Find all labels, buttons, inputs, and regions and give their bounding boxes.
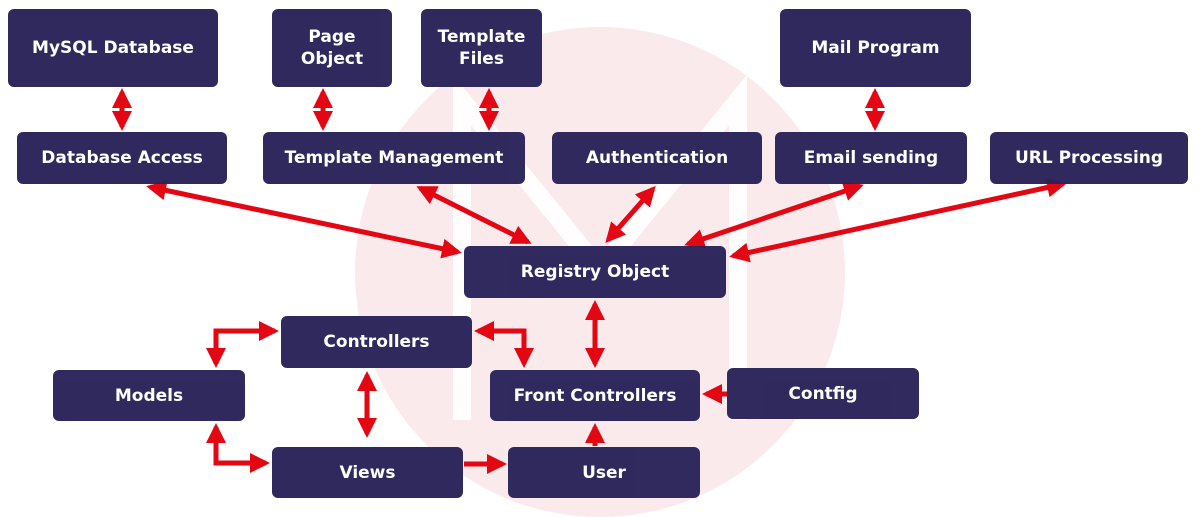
node-template-management: Template Management [263, 132, 525, 184]
node-models: Models [53, 370, 245, 421]
node-email-sending: Email sending [775, 132, 967, 184]
node-mail-program: Mail Program [780, 9, 971, 87]
node-registry-object: Registry Object [464, 246, 726, 298]
arrow-dbaccess-registry [146, 180, 462, 259]
arrow-templatemgmt-registry [416, 185, 532, 245]
node-front-controllers: Front Controllers [490, 370, 700, 421]
arrow-url-registry [729, 177, 1067, 263]
node-views: Views [272, 447, 463, 498]
node-mysql-database: MySQL Database [8, 9, 218, 87]
node-template-files: Template Files [421, 9, 542, 87]
node-user: User [508, 447, 700, 498]
node-database-access: Database Access [17, 132, 227, 184]
node-page-object: Page Object [272, 9, 392, 87]
diagram: MySQL Database Page Object Template File… [0, 0, 1200, 517]
node-config: Contfig [727, 368, 919, 419]
arrow-models-controllers [206, 321, 279, 368]
arrow-front-controllers [474, 321, 534, 368]
arrow-models-views [206, 423, 270, 473]
arrow-auth-registry [605, 186, 656, 243]
node-url-processing: URL Processing [990, 132, 1188, 184]
node-authentication: Authentication [552, 132, 762, 184]
node-controllers: Controllers [281, 316, 472, 368]
